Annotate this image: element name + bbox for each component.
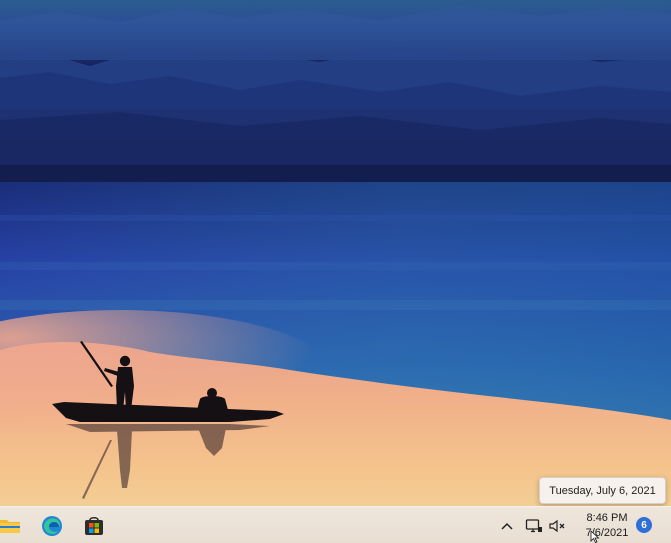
clock-time: 8:46 PM xyxy=(586,512,628,524)
microsoft-store-icon xyxy=(85,516,103,535)
file-explorer-button[interactable] xyxy=(0,511,26,541)
network-button[interactable] xyxy=(523,515,545,537)
taskbar: 8:46 PM 7/6/2021 6 xyxy=(0,506,671,543)
show-hidden-icons-button[interactable] xyxy=(496,515,518,537)
date-tooltip-text: Tuesday, July 6, 2021 xyxy=(549,484,656,497)
chevron-up-icon xyxy=(501,522,513,530)
volume-button[interactable] xyxy=(547,515,569,537)
taskbar-clock[interactable]: 8:46 PM 7/6/2021 xyxy=(578,511,636,543)
notification-count: 6 xyxy=(641,519,647,531)
file-explorer-icon xyxy=(0,520,20,533)
desktop-wallpaper xyxy=(0,0,671,508)
clock-date: 7/6/2021 xyxy=(585,527,629,539)
microsoft-store-button[interactable] xyxy=(78,511,110,541)
notification-center-badge[interactable]: 6 xyxy=(636,517,652,533)
desktop: Tuesday, July 6, 2021 8:46 PM 7/6/2021 6 xyxy=(0,0,671,543)
edge-button[interactable] xyxy=(36,511,68,541)
volume-muted-icon xyxy=(549,519,565,533)
mouse-cursor-icon xyxy=(590,531,600,543)
date-tooltip: Tuesday, July 6, 2021 xyxy=(539,477,666,504)
network-icon xyxy=(525,519,542,533)
edge-icon xyxy=(42,516,62,536)
